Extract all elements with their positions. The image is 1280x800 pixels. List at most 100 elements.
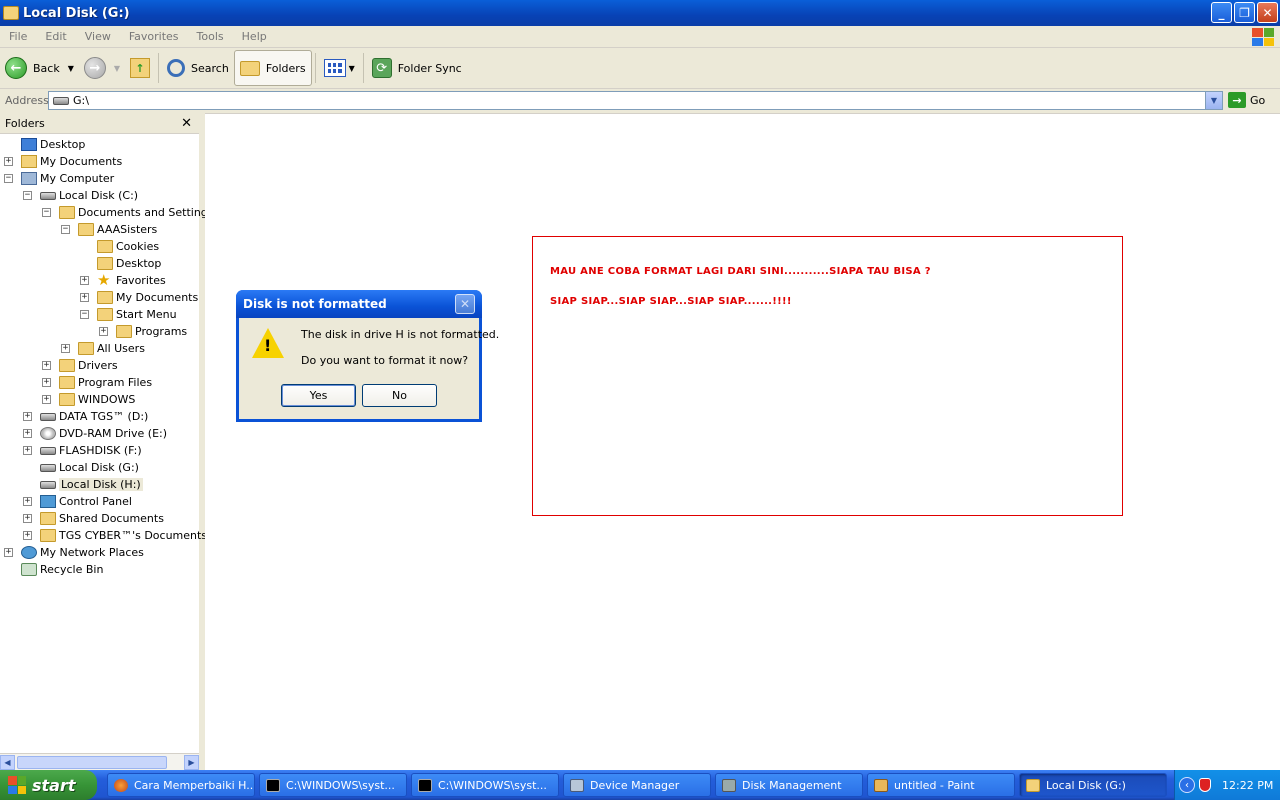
address-input[interactable]: G:\ ▼ bbox=[48, 91, 1223, 110]
taskbar-button[interactable]: Device Manager bbox=[563, 773, 711, 797]
expand-icon[interactable]: + bbox=[42, 378, 51, 387]
back-button[interactable]: ← Back ▼ bbox=[0, 50, 79, 86]
expand-icon[interactable]: + bbox=[4, 157, 13, 166]
tree-item[interactable]: + Drivers bbox=[0, 357, 199, 374]
expand-icon[interactable]: + bbox=[42, 361, 51, 370]
tree-item[interactable]: + ★ Favorites bbox=[0, 272, 199, 289]
tree-item[interactable]: + DATA TGS™ (D:) bbox=[0, 408, 199, 425]
expand-icon[interactable]: + bbox=[61, 344, 70, 353]
tree-item[interactable]: + My Documents bbox=[0, 289, 199, 306]
up-button[interactable]: ↑ bbox=[125, 50, 155, 86]
folder-up-icon: ↑ bbox=[130, 58, 151, 78]
taskbar-button[interactable]: untitled - Paint bbox=[867, 773, 1015, 797]
tree-item[interactable]: Desktop bbox=[0, 136, 199, 153]
tree-item[interactable]: Local Disk (G:) bbox=[0, 459, 199, 476]
taskbar-button-label: C:\WINDOWS\syst... bbox=[438, 778, 547, 792]
search-button[interactable]: Search bbox=[162, 50, 234, 86]
clock[interactable]: 12:22 PM bbox=[1222, 779, 1273, 792]
maximize-button[interactable]: ❐ bbox=[1234, 2, 1255, 23]
tree-item[interactable]: + TGS CYBER™'s Documents bbox=[0, 527, 207, 544]
chevron-down-icon[interactable]: ▼ bbox=[68, 64, 74, 73]
collapse-icon[interactable]: − bbox=[23, 191, 32, 200]
close-icon[interactable]: ✕ bbox=[181, 116, 192, 131]
scroll-thumb[interactable] bbox=[17, 755, 167, 769]
close-button[interactable]: ✕ bbox=[1257, 2, 1278, 23]
tree-item[interactable]: − Start Menu bbox=[0, 306, 199, 323]
taskbar-button[interactable]: C:\WINDOWS\syst... bbox=[259, 773, 407, 797]
no-button[interactable]: No bbox=[362, 384, 437, 407]
expand-icon[interactable]: + bbox=[80, 276, 89, 285]
chevron-left-icon[interactable]: ‹ bbox=[1179, 777, 1195, 793]
tree-item[interactable]: Cookies bbox=[0, 238, 199, 255]
file-list-pane[interactable]: MAU ANE COBA FORMAT LAGI DARI SINI......… bbox=[205, 113, 1280, 770]
collapse-icon[interactable]: − bbox=[80, 310, 89, 319]
expand-icon[interactable]: + bbox=[23, 446, 32, 455]
expand-icon[interactable]: + bbox=[23, 497, 32, 506]
taskbar-button[interactable]: Cara Memperbaiki H... bbox=[107, 773, 255, 797]
menu-file[interactable]: File bbox=[0, 30, 36, 43]
tree-item[interactable]: + FLASHDISK (F:) bbox=[0, 442, 199, 459]
menu-view[interactable]: View bbox=[76, 30, 120, 43]
horizontal-scrollbar[interactable]: ◀ ▶ bbox=[0, 753, 199, 770]
collapse-icon[interactable]: − bbox=[4, 174, 13, 183]
yes-button[interactable]: Yes bbox=[281, 384, 356, 407]
tree-item[interactable]: + WINDOWS bbox=[0, 391, 199, 408]
tree-item[interactable]: Local Disk (H:) bbox=[0, 476, 199, 493]
folder-sync-button[interactable]: ⟳ Folder Sync bbox=[367, 50, 467, 86]
scroll-right-icon[interactable]: ▶ bbox=[184, 754, 199, 770]
collapse-icon[interactable]: − bbox=[42, 208, 51, 217]
annotation-box: MAU ANE COBA FORMAT LAGI DARI SINI......… bbox=[532, 236, 1123, 516]
go-button[interactable]: → Go bbox=[1228, 92, 1265, 108]
expand-icon[interactable]: + bbox=[23, 429, 32, 438]
expand-icon[interactable]: + bbox=[23, 412, 32, 421]
expand-icon[interactable]: + bbox=[4, 548, 13, 557]
tree-item[interactable]: + All Users bbox=[0, 340, 199, 357]
tree-item[interactable]: − Documents and Settings bbox=[0, 204, 214, 221]
tree-item[interactable]: + My Documents bbox=[0, 153, 199, 170]
chevron-down-icon[interactable]: ▼ bbox=[114, 64, 120, 73]
folder-icon bbox=[59, 359, 75, 372]
taskbar-button[interactable]: C:\WINDOWS\syst... bbox=[411, 773, 559, 797]
dialog-titlebar[interactable]: Disk is not formatted bbox=[236, 290, 482, 318]
scroll-left-icon[interactable]: ◀ bbox=[0, 754, 15, 770]
menu-tools[interactable]: Tools bbox=[188, 30, 233, 43]
tree-item[interactable]: − Local Disk (C:) bbox=[0, 187, 199, 204]
chevron-down-icon[interactable]: ▼ bbox=[1205, 92, 1222, 109]
tree-item[interactable]: + DVD-RAM Drive (E:) bbox=[0, 425, 199, 442]
tree-item[interactable]: + Programs bbox=[0, 323, 199, 340]
expand-icon[interactable]: + bbox=[42, 395, 51, 404]
window-titlebar[interactable]: Local Disk (G:) _ ❐ ✕ bbox=[0, 0, 1280, 26]
menu-help[interactable]: Help bbox=[233, 30, 276, 43]
tree-item-label: FLASHDISK (F:) bbox=[59, 444, 142, 457]
tree-item[interactable]: + Control Panel bbox=[0, 493, 199, 510]
collapse-icon[interactable]: − bbox=[61, 225, 70, 234]
dialog-close-button[interactable]: ✕ bbox=[455, 294, 475, 314]
tree-item[interactable]: + Shared Documents bbox=[0, 510, 199, 527]
tree-item[interactable]: Desktop bbox=[0, 255, 199, 272]
views-button[interactable]: ▼ bbox=[319, 50, 360, 86]
taskbar-button-label: Disk Management bbox=[742, 778, 842, 792]
tree-item[interactable]: Recycle Bin bbox=[0, 561, 199, 578]
security-shield-icon[interactable] bbox=[1199, 778, 1211, 792]
taskbar-button[interactable]: Local Disk (G:) bbox=[1019, 773, 1167, 797]
menu-edit[interactable]: Edit bbox=[36, 30, 75, 43]
toolbar-separator bbox=[362, 53, 364, 83]
folder-icon bbox=[59, 393, 75, 406]
minimize-button[interactable]: _ bbox=[1211, 2, 1232, 23]
tree-item[interactable]: − My Computer bbox=[0, 170, 199, 187]
folders-button[interactable]: Folders bbox=[233, 50, 312, 86]
start-button[interactable]: start bbox=[0, 770, 97, 800]
tree-item-label: Recycle Bin bbox=[40, 563, 104, 576]
tree-item-label: All Users bbox=[97, 342, 145, 355]
expand-icon[interactable]: + bbox=[80, 293, 89, 302]
forward-button[interactable]: → ▼ bbox=[79, 50, 125, 86]
taskbar-button[interactable]: Disk Management bbox=[715, 773, 863, 797]
tree-item[interactable]: − AAASisters bbox=[0, 221, 199, 238]
expand-icon[interactable]: + bbox=[99, 327, 108, 336]
expand-icon[interactable]: + bbox=[23, 531, 32, 540]
tree-item[interactable]: + Program Files bbox=[0, 374, 199, 391]
tree-item[interactable]: + My Network Places bbox=[0, 544, 199, 561]
menu-favorites[interactable]: Favorites bbox=[120, 30, 188, 43]
expand-icon[interactable]: + bbox=[23, 514, 32, 523]
drive-icon bbox=[40, 192, 56, 200]
